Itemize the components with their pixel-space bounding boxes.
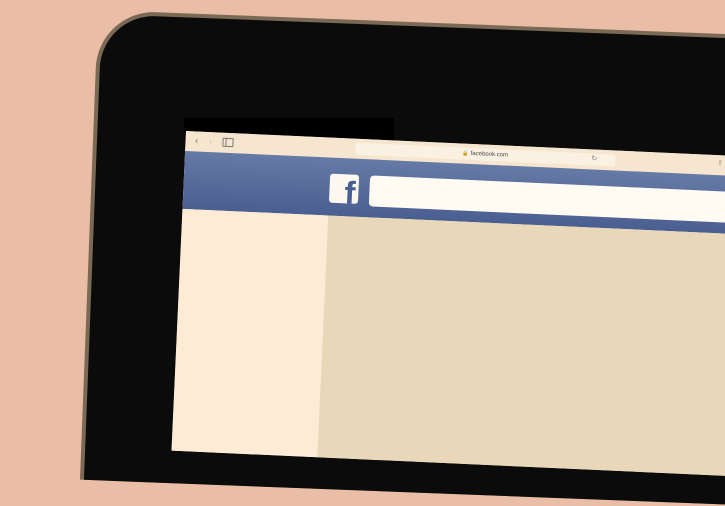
back-icon[interactable]: ‹ xyxy=(191,134,202,146)
main-feed xyxy=(317,215,725,477)
facebook-logo-icon[interactable]: f xyxy=(328,173,360,204)
lock-icon: 🔒 xyxy=(462,150,469,157)
browser-window: ‹ › 🔒facebook.com ↻ ⇧ + f xyxy=(171,131,725,477)
share-icon[interactable]: ⇧ xyxy=(717,159,723,167)
facebook-search-input[interactable] xyxy=(368,175,725,226)
sidebar-toggle-icon[interactable] xyxy=(222,137,234,148)
facebook-logo-letter: f xyxy=(343,174,357,204)
url-text: facebook.com xyxy=(470,150,509,159)
forward-icon[interactable]: › xyxy=(205,135,216,147)
left-sidebar xyxy=(171,208,329,458)
reload-icon[interactable]: ↻ xyxy=(591,153,597,165)
